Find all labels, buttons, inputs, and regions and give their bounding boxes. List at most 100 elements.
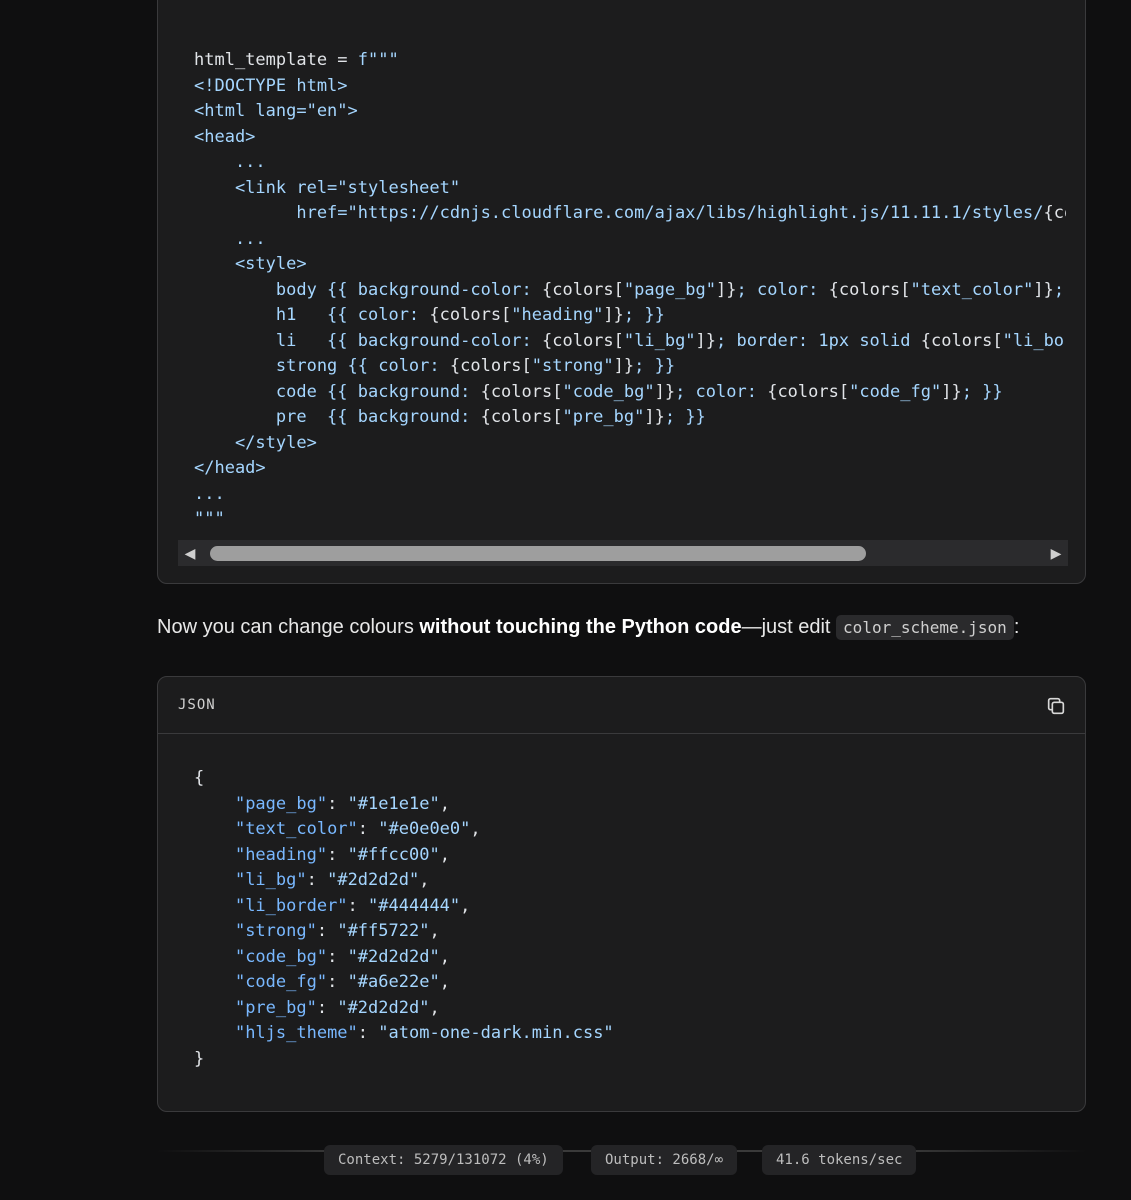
code-line: li {{ background-color: {colors["li_bg"]… [194,329,1066,355]
code-line: "code_fg": "#a6e22e", [194,970,614,996]
code-line: <link rel="stylesheet" [194,176,1066,202]
code-token: {colors[ [542,330,624,351]
code-token: , [429,997,440,1018]
code-token: "#a6e22e" [347,972,440,992]
code-token: , [460,895,471,916]
code-token: ]} [654,381,676,402]
code-token: : [357,1023,379,1043]
scroll-right-arrow-icon[interactable]: ▶ [1044,540,1068,566]
code-token: ; color: [736,279,829,300]
code-token: h1 {{ color: [194,305,430,325]
code-token: "li_bor [1002,330,1066,351]
scroll-left-arrow-icon[interactable]: ◀ [178,540,202,566]
code-token: : [327,946,348,967]
code-token: "li_border" [234,895,348,916]
code-token: "#2d2d2d" [327,870,420,890]
code-token: </head> [194,458,266,478]
code-token: , [439,793,450,814]
code-token: {colors[ [542,279,624,300]
code-token: {colors[ [920,330,1003,351]
code-token: "pre_bg" [234,997,317,1018]
code-line: <!DOCTYPE html> [194,74,1066,100]
code-token: : [327,972,348,992]
code-line: "li_border": "#444444", [194,894,614,920]
code-token: , [429,921,440,941]
code-token: : [306,870,328,890]
code-line: ... [194,227,1066,253]
code-token: "atom-one-dark.min.css" [378,1023,614,1043]
code-token: , [439,972,450,992]
code-token: "code_bg" [562,381,655,402]
code-token: <head> [194,126,256,147]
code-token: ]} [695,330,717,351]
code-line: </style> [194,431,1066,457]
code-token: "code_bg" [234,946,328,967]
code-content-python: html_template = f""" <!DOCTYPE html> <html… [194,48,1066,533]
code-token: "pre_bg" [562,407,645,427]
code-line: "strong": "#ff5722", [194,919,614,945]
code-token: ; }} [623,305,665,325]
code-token: ]} [644,407,665,427]
code-token: "li_bg" [623,330,696,351]
code-token: """ [194,509,225,529]
code-token: f""" [357,50,399,70]
code-token: ; color: [675,381,768,402]
code-token: "#ff5722" [337,921,430,941]
code-token: : [327,793,348,814]
code-token: ; }} [961,381,1003,402]
code-token: "text_color" [910,279,1034,300]
code-token: , [439,844,450,865]
code-line: "code_bg": "#2d2d2d", [194,945,614,971]
code-token: : [347,895,369,916]
code-token: "page_bg" [623,279,717,300]
code-token: ]} [613,356,635,376]
code-token: ]} [941,381,962,402]
code-token: "li_bg" [234,870,307,890]
code-line: ... [194,150,1066,176]
code-token: <link rel="stylesheet" [194,177,461,198]
code-token: , [439,946,450,967]
inline-code-filename: color_scheme.json [836,615,1014,640]
code-line: "page_bg": "#1e1e1e", [194,792,614,818]
code-token: "strong" [234,921,317,941]
prose-text-2: —just edit [741,616,837,638]
code-token: {colors[ [429,305,512,325]
code-token: strong {{ color: [194,356,450,376]
code-token: "#2d2d2d" [337,997,430,1018]
code-token: "hljs_theme" [234,1023,358,1043]
scrollbar-thumb[interactable] [210,546,866,561]
code-token: "#1e1e1e" [347,793,440,814]
code-token: "code_fg" [849,381,942,402]
code-token: "heading" [234,844,328,865]
code-line: "hljs_theme": "atom-one-dark.min.css" [194,1021,614,1047]
code-token: pre {{ background: [194,407,481,427]
code-block-header: JSON [158,677,1085,734]
context-stat-badge: Context: 5279/131072 (4%) [324,1145,563,1175]
code-token: "code_fg" [234,972,328,992]
copy-icon[interactable] [1045,695,1067,717]
code-token: , [419,870,430,890]
horizontal-scrollbar[interactable]: ◀ ▶ [178,540,1068,566]
prose-bold: without touching the Python code [419,616,742,638]
prose-end: : [1013,616,1020,638]
code-line: pre {{ background: {colors["pre_bg"]}; }… [194,405,1066,431]
code-token: "heading" [511,305,604,325]
code-token: "#ffcc00" [347,844,440,865]
code-line: <head> [194,125,1066,151]
output-stat-badge: Output: 2668/∞ [591,1145,738,1175]
code-line: "text_color": "#e0e0e0", [194,817,614,843]
code-token: </style> [194,432,317,453]
code-token: "strong" [531,356,614,376]
code-line: } [194,1047,614,1073]
language-label: JSON [178,697,216,713]
code-line: h1 {{ color: {colors["heading"]}; }} [194,303,1066,329]
code-line: <html lang="en"> [194,99,1066,125]
code-token: ]} [603,305,624,325]
code-token: "page_bg" [234,793,328,814]
speed-stat-badge: 41.6 tokens/sec [762,1145,917,1175]
